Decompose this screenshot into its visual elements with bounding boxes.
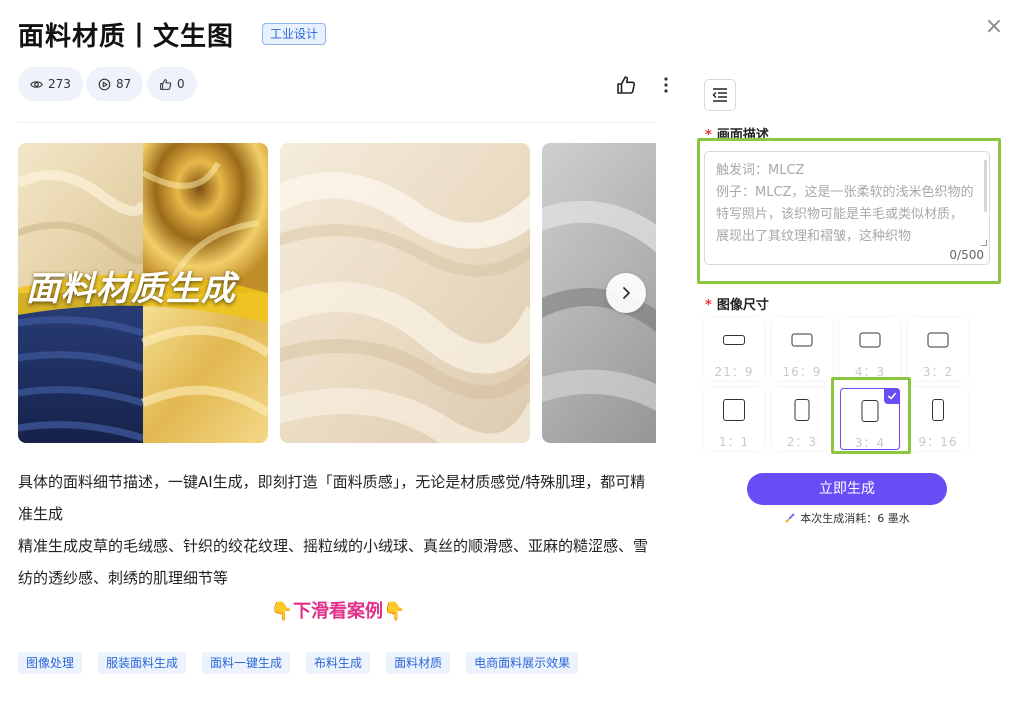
- generate-button[interactable]: 立即生成: [747, 473, 947, 505]
- scroll-hint: 👇下滑看案例👇: [270, 601, 406, 622]
- description: 具体的面料细节描述，一键AI生成，即刻打造「面料质感」，无论是材质感觉/特殊肌理…: [18, 466, 658, 594]
- likes-count: 0: [177, 77, 185, 91]
- tag-list: 图像处理 服装面料生成 面料一键生成 布料生成 面料材质 电商面料展示效果: [18, 652, 579, 674]
- tag-item[interactable]: 服装面料生成: [98, 652, 187, 674]
- aspect-ratio-option[interactable]: 9：16: [908, 388, 968, 450]
- aspect-ratio-shape-icon: [791, 333, 813, 347]
- aspect-ratio-label: 9：16: [918, 435, 958, 449]
- thumbs-up-icon: [160, 78, 172, 90]
- tag-item[interactable]: 面料材质: [386, 652, 451, 674]
- aspect-ratio-label: 3：2: [922, 365, 954, 379]
- page-title: 面料材质丨文生图: [18, 22, 235, 52]
- tag-item[interactable]: 电商面料展示效果: [466, 652, 579, 674]
- tag-item[interactable]: 布料生成: [306, 652, 371, 674]
- aspect-ratio-label: 1：1: [718, 435, 750, 449]
- prompt-field: 0/500: [704, 151, 990, 265]
- prompt-input[interactable]: [705, 152, 989, 264]
- close-icon: ×: [984, 14, 1004, 39]
- aspect-ratio-option[interactable]: 16：9: [772, 318, 832, 380]
- aspect-ratio-shape-icon: [861, 400, 879, 422]
- panel-collapse-button[interactable]: [704, 79, 736, 111]
- indent-menu-icon: [712, 88, 727, 102]
- aspect-ratio-shape-icon: [859, 332, 881, 348]
- checkmark-icon: [884, 388, 900, 404]
- aspect-ratio-label: 21：9: [714, 365, 754, 379]
- plays-count: 87: [116, 77, 132, 91]
- cover-overlay-title: 面料材质生成: [26, 269, 236, 309]
- header-divider: [18, 122, 655, 123]
- cost-text: 本次生成消耗：6 墨水: [800, 512, 910, 525]
- more-vertical-icon: [664, 77, 668, 93]
- plays-stat: 87: [86, 67, 144, 101]
- views-stat: 273: [18, 67, 83, 101]
- aspect-ratio-option[interactable]: 4：3: [840, 318, 900, 380]
- aspect-ratio-label: 3：4: [854, 436, 886, 450]
- chevron-right-icon: [623, 287, 630, 299]
- more-options-button[interactable]: [656, 74, 676, 96]
- textarea-resize-handle[interactable]: [981, 240, 987, 246]
- tag-item[interactable]: 面料一键生成: [202, 652, 291, 674]
- cost-info: 本次生成消耗：6 墨水: [747, 510, 947, 526]
- aspect-ratio-option[interactable]: 3：4: [840, 388, 900, 450]
- size-label: * 图像尺寸: [705, 298, 769, 313]
- example-image-2[interactable]: [280, 143, 530, 443]
- aspect-ratio-option[interactable]: 21：9: [704, 318, 764, 380]
- aspect-ratio-label: 4：3: [854, 365, 886, 379]
- size-label-text: 图像尺寸: [716, 298, 769, 313]
- views-count: 273: [48, 77, 71, 91]
- aspect-ratio-shape-icon: [794, 399, 810, 421]
- eye-icon: [30, 80, 43, 88]
- aspect-ratio-option[interactable]: 3：2: [908, 318, 968, 380]
- aspect-ratio-option[interactable]: 1：1: [704, 388, 764, 450]
- aspect-ratio-shape-icon: [927, 332, 949, 348]
- category-badge[interactable]: 工业设计: [262, 23, 327, 45]
- likes-stat[interactable]: 0: [147, 67, 197, 101]
- tag-item[interactable]: 图像处理: [18, 652, 83, 674]
- close-button[interactable]: ×: [983, 16, 1005, 38]
- prompt-label: * 画面描述: [705, 128, 769, 143]
- play-circle-icon: [98, 78, 111, 90]
- aspect-ratio-shape-icon: [723, 399, 745, 421]
- cream-wool-image: [280, 143, 530, 443]
- thumbs-up-icon: [617, 76, 636, 94]
- image-carousel: 面料材质生成: [18, 143, 656, 443]
- description-line-2: 精准生成皮草的毛绒感、针织的绞花纹理、摇粒绒的小绒球、真丝的顺滑感、亚麻的糙涩感…: [18, 537, 649, 587]
- aspect-ratio-option[interactable]: 2：3: [772, 388, 832, 450]
- ink-brush-icon: [785, 513, 795, 523]
- prompt-label-text: 画面描述: [716, 128, 769, 143]
- aspect-ratio-label: 2：3: [786, 435, 818, 449]
- char-counter: 0/500: [949, 248, 984, 262]
- like-button[interactable]: [615, 74, 637, 96]
- textarea-scrollbar[interactable]: [984, 160, 987, 212]
- aspect-ratio-shape-icon: [723, 335, 745, 345]
- example-image-1[interactable]: 面料材质生成: [18, 143, 268, 443]
- aspect-ratio-label: 16：9: [782, 365, 822, 379]
- aspect-ratio-shape-icon: [932, 399, 944, 421]
- carousel-next-button[interactable]: [606, 273, 646, 313]
- description-line-1: 具体的面料细节描述，一键AI生成，即刻打造「面料质感」，无论是材质感觉/特殊肌理…: [18, 473, 646, 523]
